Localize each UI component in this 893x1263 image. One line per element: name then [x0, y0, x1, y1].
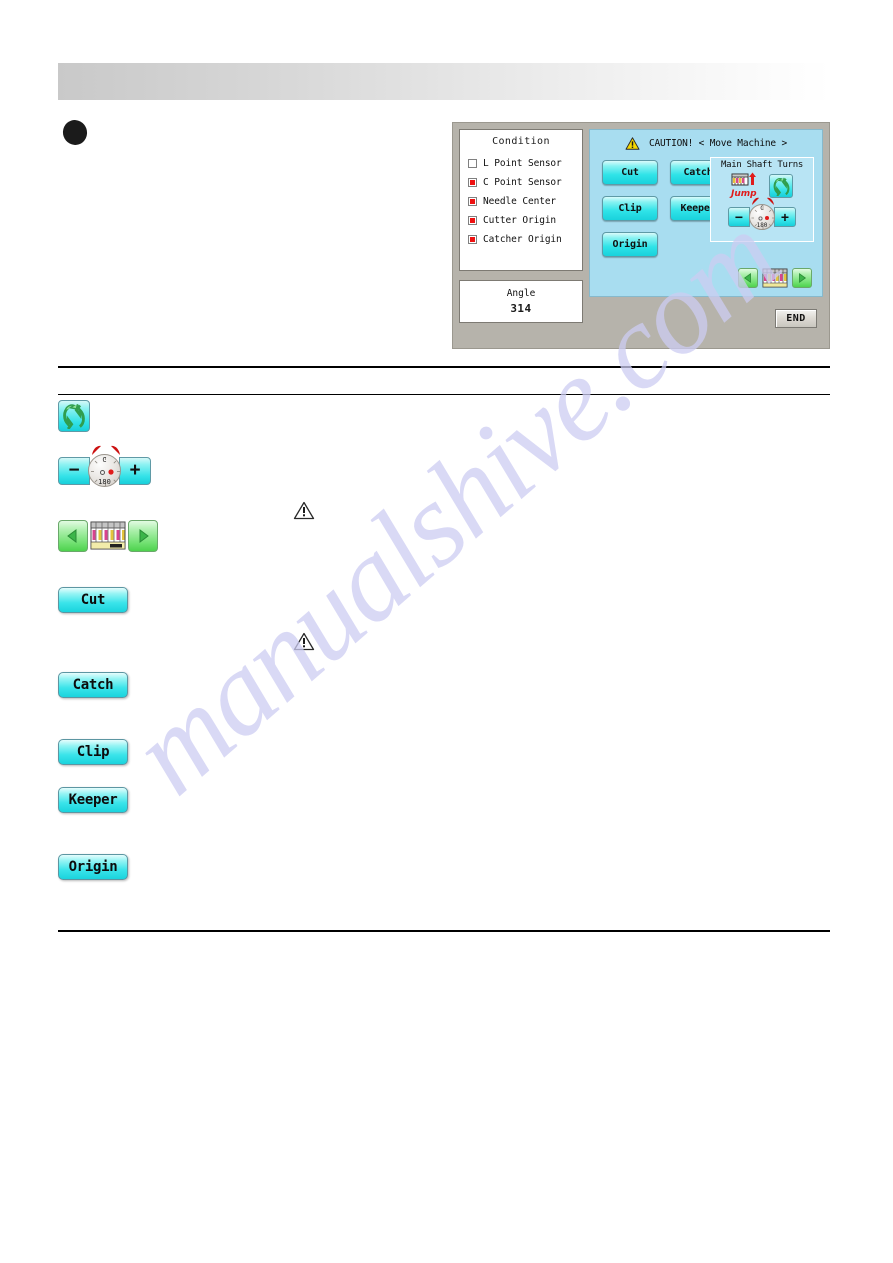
legend-button-label: Keeper — [58, 787, 128, 813]
legend-clip-button[interactable]: Clip — [58, 739, 128, 765]
rotate-icon[interactable] — [769, 174, 793, 198]
caution-bar: CAUTION! < Move Machine > — [590, 133, 822, 153]
legend-minus-button[interactable]: − — [58, 456, 90, 485]
section-bullet — [59, 116, 91, 149]
condition-label: Needle Center — [483, 196, 557, 207]
condition-label: Cutter Origin — [483, 215, 557, 226]
led-indicator-on — [468, 216, 477, 225]
legend-needle-bar-icon — [90, 520, 126, 552]
arrow-left-icon[interactable] — [738, 268, 758, 288]
shaft-minus-button[interactable]: − — [728, 207, 750, 227]
needle-navigation-row — [738, 267, 812, 289]
led-indicator-on — [468, 197, 477, 206]
clip-button[interactable]: Clip — [602, 196, 658, 221]
legend-catch-button[interactable]: Catch — [58, 672, 128, 698]
legend-plus-button[interactable]: + — [119, 456, 151, 485]
caution-text: CAUTION! < Move Machine > — [649, 137, 787, 149]
condition-label: L Point Sensor — [483, 158, 562, 169]
condition-row-l-point-sensor[interactable]: L Point Sensor — [460, 154, 582, 173]
legend-origin-button[interactable]: Origin — [58, 854, 128, 880]
angle-value: 314 — [510, 302, 532, 315]
machine-screen: Condition L Point Sensor C Point Sensor … — [452, 122, 830, 349]
legend-keeper-button[interactable]: Keeper — [58, 787, 128, 813]
legend-cut-button[interactable]: Cut — [58, 587, 128, 613]
led-indicator-on — [468, 178, 477, 187]
legend-dial-icon: C 180 — [88, 445, 121, 487]
main-shaft-turns-title: Main Shaft Turns — [721, 160, 803, 170]
main-shaft-row-stepper: − C 180 + — [711, 197, 813, 230]
condition-row-c-point-sensor[interactable]: C Point Sensor — [460, 173, 582, 192]
condition-title: Condition — [492, 136, 550, 147]
warning-triangle-icon — [625, 136, 640, 150]
divider-bottom — [58, 930, 830, 932]
warning-triangle-icon — [293, 632, 315, 651]
shaft-plus-button[interactable]: + — [774, 207, 796, 227]
main-shaft-turns-panel: Main Shaft Turns Jump − C 180 + — [710, 157, 814, 242]
angle-title: Angle — [506, 288, 536, 299]
arrow-right-icon[interactable] — [792, 268, 812, 288]
warning-triangle-icon — [293, 501, 315, 520]
legend-button-label: Catch — [58, 672, 128, 698]
action-button-grid: Cut Catch Clip Keeper Origin — [602, 160, 726, 257]
legend-button-label: Clip — [58, 739, 128, 765]
led-indicator-off — [468, 159, 477, 168]
needle-bar-icon — [762, 267, 788, 289]
legend-arrow-left-icon[interactable] — [58, 520, 88, 552]
condition-row-needle-center[interactable]: Needle Center — [460, 192, 582, 211]
condition-row-cutter-origin[interactable]: Cutter Origin — [460, 211, 582, 230]
end-button[interactable]: END — [775, 309, 817, 328]
move-machine-panel: CAUTION! < Move Machine > Cut Catch Clip… — [589, 129, 823, 297]
condition-panel: Condition L Point Sensor C Point Sensor … — [459, 129, 583, 271]
legend-arrow-right-icon[interactable] — [128, 520, 158, 552]
legend-shaft-stepper: − C 180 + — [58, 445, 151, 487]
legend-button-label: Origin — [58, 854, 128, 880]
screen-left-column: Condition L Point Sensor C Point Sensor … — [459, 129, 583, 342]
screen-right-column: CAUTION! < Move Machine > Cut Catch Clip… — [589, 129, 823, 342]
angle-panel: Angle 314 — [459, 280, 583, 323]
divider-top — [58, 366, 830, 368]
legend-rotate-icon[interactable] — [58, 400, 90, 432]
end-button-area: END — [589, 297, 823, 342]
condition-label: C Point Sensor — [483, 177, 562, 188]
legend-needle-navigation — [58, 520, 158, 552]
plus-label: + — [780, 209, 790, 225]
minus-label: − — [68, 460, 80, 481]
plus-label: + — [129, 460, 141, 481]
cut-button[interactable]: Cut — [602, 160, 658, 185]
condition-row-catcher-origin[interactable]: Catcher Origin — [460, 230, 582, 249]
legend-button-label: Cut — [58, 587, 128, 613]
shaft-dial-icon: C 180 — [749, 197, 775, 230]
divider-second — [58, 394, 830, 395]
page-header-bar — [58, 63, 830, 100]
origin-button[interactable]: Origin — [602, 232, 658, 257]
led-indicator-on — [468, 235, 477, 244]
minus-label: − — [734, 209, 744, 225]
dial-bottom-label: 180 — [756, 222, 768, 229]
dial-bottom-label: 180 — [98, 478, 111, 486]
condition-label: Catcher Origin — [483, 234, 562, 245]
